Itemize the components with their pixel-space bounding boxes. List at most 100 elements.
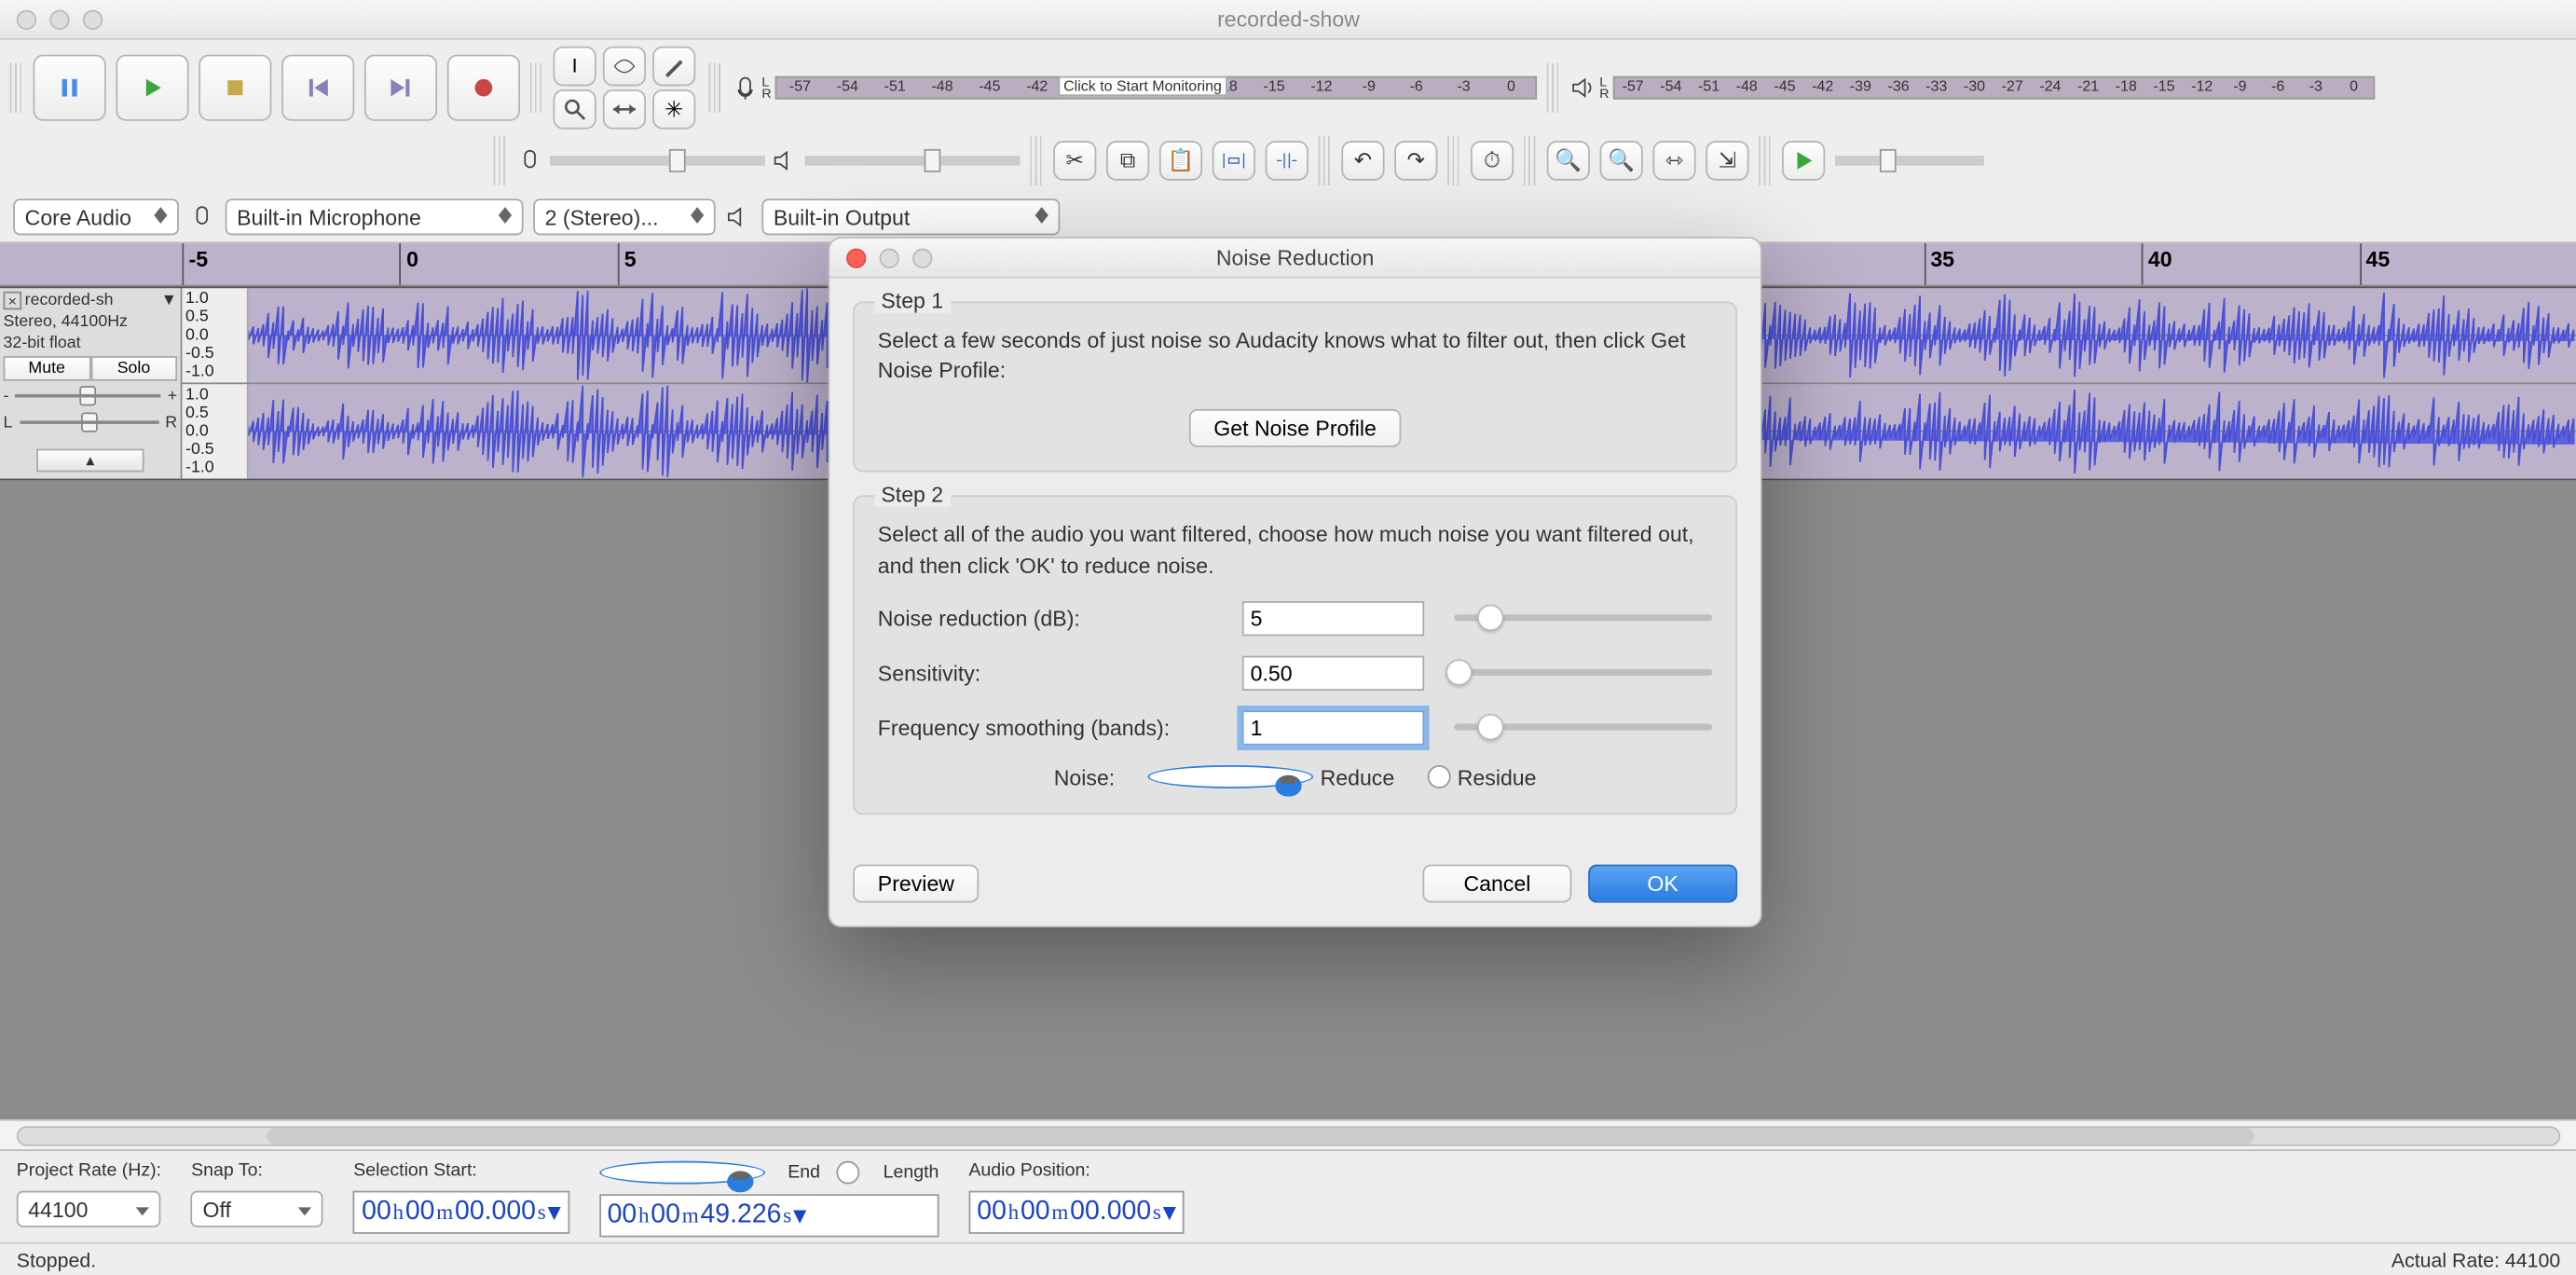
sensitivity-slider[interactable] <box>1454 669 1712 676</box>
selection-start-label: Selection Start: <box>353 1161 569 1181</box>
step1-text: Select a few seconds of just noise so Au… <box>878 326 1713 387</box>
selection-end-field[interactable]: 00h 00m 49.226s▾ <box>599 1194 939 1237</box>
track-close-button[interactable]: × <box>4 292 22 310</box>
timeshift-tool[interactable] <box>603 89 646 130</box>
track-collapse-button[interactable]: ▴ <box>36 449 144 473</box>
toolbar-grip[interactable] <box>1447 136 1460 185</box>
pan-slider[interactable] <box>20 414 159 431</box>
fit-selection-button[interactable]: ⇿ <box>1652 141 1695 181</box>
mute-button[interactable]: Mute <box>4 356 90 381</box>
trim-button[interactable] <box>1213 141 1255 181</box>
pause-button[interactable] <box>34 55 106 121</box>
solo-button[interactable]: Solo <box>90 356 177 381</box>
play-button[interactable] <box>116 55 188 121</box>
length-radio[interactable] <box>837 1161 860 1185</box>
toolbar-grip[interactable] <box>1318 136 1331 185</box>
play-at-speed-button[interactable] <box>1782 141 1825 181</box>
preview-button[interactable]: Preview <box>853 864 979 902</box>
audio-host-select[interactable]: Core Audio <box>13 199 179 235</box>
mic-icon <box>189 204 215 230</box>
zoom-tool[interactable] <box>554 89 596 130</box>
toolbar-grip[interactable] <box>1524 136 1537 185</box>
recording-device-select[interactable]: Built-in Microphone <box>226 199 524 235</box>
sensitivity-label: Sensitivity: <box>878 661 1242 686</box>
snap-to-label: Snap To: <box>191 1161 323 1181</box>
get-noise-profile-button[interactable]: Get Noise Profile <box>1189 410 1402 448</box>
ok-button[interactable]: OK <box>1588 864 1737 902</box>
frequency-smoothing-label: Frequency smoothing (bands): <box>878 715 1242 740</box>
noise-reduction-dialog: Noise Reduction Step 1 Select a few seco… <box>829 237 1762 927</box>
stop-button[interactable] <box>199 55 271 121</box>
dialog-close-button[interactable] <box>846 248 866 267</box>
undo-button[interactable]: ↶ <box>1341 141 1384 181</box>
step2-text: Select all of the audio you want filtere… <box>878 521 1713 582</box>
step1-label: Step 1 <box>874 288 950 313</box>
channels-select[interactable]: 2 (Stereo)... <box>533 199 715 235</box>
toolbar-grip[interactable] <box>1759 136 1772 185</box>
zoom-in-button[interactable]: 🔍 <box>1547 141 1590 181</box>
noise-reduction-slider[interactable] <box>1454 615 1712 622</box>
project-rate-select[interactable]: 44100 <box>17 1191 161 1227</box>
sensitivity-input[interactable] <box>1242 655 1424 690</box>
fit-project-button[interactable]: ⇲ <box>1706 141 1748 181</box>
skip-start-button[interactable] <box>281 55 354 121</box>
envelope-tool[interactable] <box>603 47 646 87</box>
frequency-smoothing-slider[interactable] <box>1454 724 1712 731</box>
paste-button[interactable]: 📋 <box>1159 141 1202 181</box>
toolbar-grip[interactable] <box>530 63 543 113</box>
playback-device-select[interactable]: Built-in Output <box>761 199 1060 235</box>
zoom-out-button[interactable]: 🔍 <box>1600 141 1643 181</box>
playback-speed-slider[interactable] <box>1835 156 1984 166</box>
toolbar-grip[interactable] <box>10 63 23 113</box>
track-name[interactable]: recorded-sh <box>25 292 158 310</box>
project-rate-label: Project Rate (Hz): <box>17 1161 161 1181</box>
skip-end-button[interactable] <box>364 55 437 121</box>
record-button[interactable] <box>447 55 520 121</box>
draw-tool[interactable] <box>652 47 695 87</box>
playback-meter[interactable]: -57-54-51-48-45-42-39-36-33-30-27-24-21-… <box>1612 76 2374 100</box>
copy-button[interactable]: ⧉ <box>1106 141 1149 181</box>
redo-button[interactable]: ↷ <box>1394 141 1437 181</box>
step2-label: Step 2 <box>874 483 950 508</box>
window-titlebar: recorded-show <box>0 0 2576 40</box>
noise-reduction-input[interactable] <box>1242 601 1424 636</box>
audio-position-label: Audio Position: <box>968 1161 1184 1181</box>
traffic-minimize[interactable] <box>49 9 69 29</box>
selection-start-field[interactable]: 00h 00m 00.000s▾ <box>353 1191 569 1234</box>
audio-position-field[interactable]: 00h 00m 00.000s▾ <box>968 1191 1184 1234</box>
horizontal-scrollbar[interactable] <box>0 1119 2576 1149</box>
vertical-scale: 1.00.50.0-0.5-1.0 <box>182 384 248 478</box>
selection-tool[interactable]: I <box>554 47 596 87</box>
reduce-radio[interactable] <box>1148 765 1314 788</box>
multi-tool[interactable]: ✳ <box>652 89 695 130</box>
track-header: × recorded-sh ▼ Stereo, 44100Hz 32-bit f… <box>0 288 182 478</box>
traffic-zoom[interactable] <box>83 9 103 29</box>
snap-to-select[interactable]: Off <box>191 1191 323 1227</box>
speaker-icon <box>772 147 798 173</box>
cut-button[interactable]: ✂ <box>1053 141 1096 181</box>
toolbar-grip[interactable] <box>1030 136 1043 185</box>
traffic-close[interactable] <box>17 9 36 29</box>
silence-button[interactable] <box>1266 141 1309 181</box>
cancel-button[interactable]: Cancel <box>1422 864 1571 902</box>
noise-reduction-label: Noise reduction (dB): <box>878 606 1242 631</box>
actual-rate: Actual Rate: 44100 <box>2391 1248 2560 1271</box>
speaker-icon <box>725 204 751 230</box>
svg-text:✳: ✳ <box>665 97 683 122</box>
noise-label: Noise: <box>1054 765 1115 790</box>
frequency-smoothing-input[interactable] <box>1242 710 1424 745</box>
toolbar-grip[interactable] <box>494 136 507 185</box>
residue-radio[interactable] <box>1428 765 1451 788</box>
mic-icon <box>732 75 758 101</box>
input-volume-slider[interactable] <box>550 156 765 166</box>
recording-meter[interactable]: -57-54-51-48-45-42-39Click to Start Moni… <box>774 76 1536 100</box>
meter-hint: Click to Start Monitoring <box>1059 76 1226 96</box>
end-radio[interactable] <box>599 1161 765 1185</box>
track-menu-button[interactable]: ▼ <box>161 292 178 310</box>
toolbar-grip[interactable] <box>1546 63 1559 113</box>
toolbar-grip[interactable] <box>709 63 722 113</box>
gain-slider[interactable] <box>16 388 161 404</box>
output-volume-slider[interactable] <box>805 156 1021 166</box>
sync-lock-button[interactable]: ⏱ <box>1471 141 1514 181</box>
mic-icon <box>516 147 542 173</box>
